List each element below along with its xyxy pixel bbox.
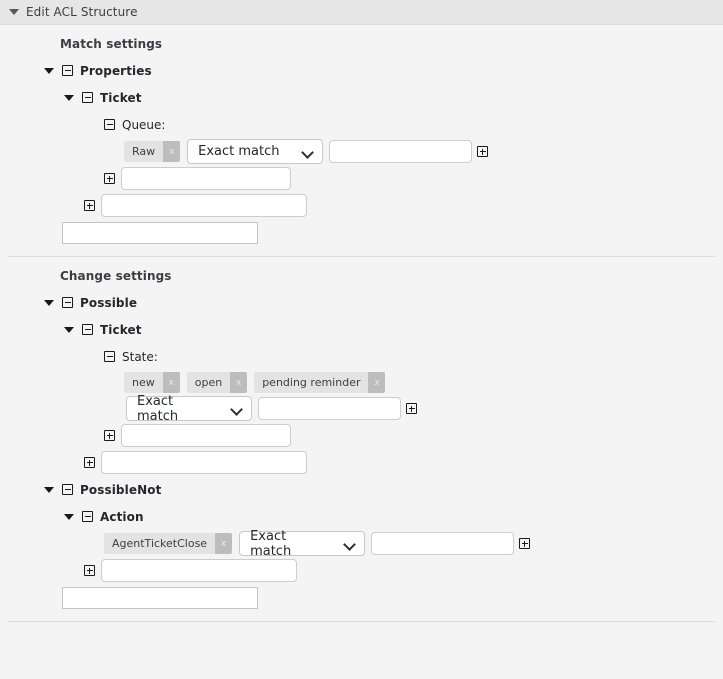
collapse-box-icon[interactable]: [82, 92, 93, 103]
new-attribute-row-possible: [0, 422, 723, 449]
add-value-icon[interactable]: [406, 403, 417, 414]
chip-remove-icon[interactable]: x: [163, 141, 181, 162]
new-attribute-input[interactable]: [121, 167, 291, 190]
add-value-icon[interactable]: [477, 146, 489, 157]
new-group-row-match: [0, 219, 723, 246]
add-value-icon[interactable]: [519, 538, 531, 549]
add-child-icon[interactable]: [84, 200, 95, 211]
tree-node-ticket-match[interactable]: Ticket: [0, 84, 723, 111]
tree-node-possiblenot[interactable]: PossibleNot: [0, 476, 723, 503]
attribute-label: Queue:: [122, 117, 166, 132]
collapse-box-icon[interactable]: [104, 119, 115, 130]
chip-label: new: [132, 376, 155, 389]
chip-raw[interactable]: Raw x: [124, 141, 181, 162]
chip-label: AgentTicketClose: [112, 537, 208, 550]
attribute-value-row-state: Exact match: [0, 393, 723, 424]
new-attribute-input[interactable]: [101, 559, 297, 582]
caret-down-icon[interactable]: [44, 486, 54, 493]
match-type-select-state[interactable]: Exact match: [126, 393, 252, 424]
new-child-row-possible: [0, 449, 723, 476]
attribute-value-row-action: AgentTicketClose x Exact match: [0, 528, 723, 559]
new-group-input[interactable]: [62, 221, 258, 244]
change-settings-heading: Change settings: [60, 269, 172, 283]
tree-node-action[interactable]: Action: [0, 503, 723, 530]
new-attribute-row-action: [0, 557, 723, 584]
collapse-box-icon[interactable]: [82, 511, 93, 522]
match-settings-heading: Match settings: [60, 37, 163, 51]
chip-remove-icon[interactable]: x: [368, 372, 386, 393]
chip-new[interactable]: new x: [124, 372, 180, 393]
chip-label: pending reminder: [262, 376, 361, 389]
caret-down-icon[interactable]: [64, 513, 74, 520]
tree-node-possible[interactable]: Possible: [0, 289, 723, 316]
new-attribute-row-match: [0, 165, 723, 192]
attribute-queue[interactable]: Queue:: [0, 111, 723, 138]
chip-remove-icon[interactable]: x: [215, 533, 233, 554]
add-attribute-icon[interactable]: [84, 565, 95, 576]
new-attribute-input[interactable]: [121, 424, 291, 447]
add-attribute-icon[interactable]: [104, 430, 115, 441]
new-group-input[interactable]: [62, 586, 258, 609]
match-type-value: Exact match: [250, 528, 292, 559]
tree-node-properties[interactable]: Properties: [0, 57, 723, 84]
new-value-input-queue[interactable]: [329, 140, 473, 163]
chip-pending-reminder[interactable]: pending reminder x: [254, 372, 386, 393]
acl-structure-tree: Match settings Properties Ticket Queue: …: [0, 25, 723, 622]
page-title: Edit ACL Structure: [26, 5, 138, 19]
caret-down-icon[interactable]: [64, 94, 74, 101]
attribute-label: State:: [122, 349, 158, 364]
collapse-box-icon[interactable]: [62, 297, 73, 308]
collapse-box-icon[interactable]: [62, 65, 73, 76]
new-child-input[interactable]: [101, 451, 307, 474]
tree-node-label: PossibleNot: [80, 482, 162, 497]
add-attribute-icon[interactable]: [104, 173, 115, 184]
collapse-box-icon[interactable]: [62, 484, 73, 495]
chevron-down-icon: [303, 147, 313, 157]
chip-remove-icon[interactable]: x: [162, 372, 180, 393]
tree-node-ticket-change[interactable]: Ticket: [0, 316, 723, 343]
collapse-box-icon[interactable]: [82, 324, 93, 335]
caret-down-icon[interactable]: [64, 326, 74, 333]
caret-down-icon[interactable]: [44, 299, 54, 306]
bottom-divider: [8, 621, 715, 622]
new-child-input[interactable]: [101, 194, 307, 217]
chip-remove-icon[interactable]: x: [230, 372, 248, 393]
new-child-row-match: [0, 192, 723, 219]
chip-label: open: [194, 376, 223, 389]
widget-header[interactable]: Edit ACL Structure: [0, 0, 723, 25]
collapse-box-icon[interactable]: [104, 351, 115, 362]
chip-open[interactable]: open x: [186, 372, 248, 393]
chip-label: Raw: [132, 145, 156, 158]
chevron-down-icon: [232, 404, 242, 414]
add-child-icon[interactable]: [84, 457, 95, 468]
new-group-row-change: [0, 584, 723, 611]
tree-node-label: Action: [100, 509, 144, 524]
attribute-state[interactable]: State:: [0, 343, 723, 370]
chevron-down-icon: [345, 539, 355, 549]
new-value-input-state[interactable]: [258, 397, 401, 420]
match-type-select-queue[interactable]: Exact match: [187, 139, 324, 164]
match-type-value: Exact match: [198, 144, 280, 159]
caret-down-icon[interactable]: [9, 9, 19, 15]
tree-node-label: Properties: [80, 63, 152, 78]
new-value-input-action[interactable]: [371, 532, 515, 555]
caret-down-icon[interactable]: [44, 67, 54, 74]
tree-node-label: Ticket: [100, 90, 142, 105]
match-type-value: Exact match: [137, 393, 179, 424]
chip-row-state: new x open x pending reminder x: [0, 370, 723, 395]
tree-node-label: Possible: [80, 295, 138, 310]
chip-agentticketclose[interactable]: AgentTicketClose x: [104, 533, 233, 554]
attribute-value-row-queue: Raw x Exact match: [0, 138, 723, 165]
match-type-select-action[interactable]: Exact match: [239, 528, 366, 559]
tree-node-label: Ticket: [100, 322, 142, 337]
